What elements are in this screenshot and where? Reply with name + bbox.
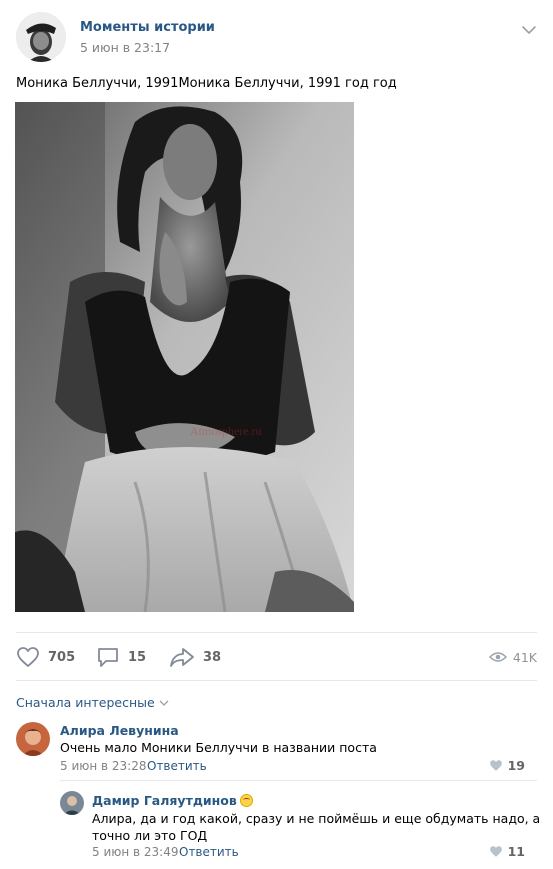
comment-icon — [98, 648, 118, 667]
divider — [16, 632, 537, 633]
reply-button[interactable]: Ответить — [179, 845, 239, 859]
heart-icon — [489, 846, 502, 857]
heart-icon — [17, 647, 39, 667]
likes-count: 705 — [48, 649, 76, 665]
reply-button[interactable]: Ответить — [147, 759, 207, 773]
share-icon — [170, 648, 194, 667]
comment-text: Алира, да и год какой, сразу и не поймёш… — [92, 811, 541, 826]
post-date[interactable]: 5 июн в 23:17 — [80, 40, 170, 55]
comment-button[interactable]: 15 — [96, 644, 146, 670]
comment-date[interactable]: 5 июн в 23:49 — [92, 845, 178, 859]
divider — [60, 780, 537, 781]
heart-icon — [489, 760, 502, 771]
comment-likes-count: 19 — [507, 758, 525, 773]
comments-count: 15 — [128, 649, 147, 665]
avatar[interactable] — [16, 722, 50, 756]
comment-author[interactable]: Дамир Галяутдинов — [92, 793, 253, 808]
post-actions: 705 15 38 41K — [16, 644, 537, 670]
comment-date[interactable]: 5 июн в 23:28 — [60, 759, 146, 773]
post-header: Моменты истории 5 июн в 23:17 — [16, 12, 537, 68]
comment-text: точно ли это ГОД — [92, 828, 208, 843]
comment-like-button[interactable]: 19 — [489, 758, 525, 773]
avatar[interactable] — [60, 791, 84, 815]
smile-emoji-icon — [239, 794, 253, 807]
sort-label: Сначала интересные — [16, 695, 155, 710]
post-text: Моника Беллуччи, 1991Моника Беллуччи, 19… — [16, 76, 397, 91]
comment-author[interactable]: Алира Левунина — [60, 723, 179, 738]
comment-likes-count: 11 — [507, 844, 525, 859]
comment-like-button[interactable]: 11 — [489, 844, 525, 859]
divider — [16, 680, 537, 681]
chevron-down-icon[interactable] — [521, 24, 537, 36]
post-author[interactable]: Моменты истории — [80, 20, 215, 35]
chevron-down-icon — [159, 700, 169, 706]
community-avatar[interactable] — [16, 12, 66, 62]
views-counter: 41K — [488, 646, 537, 668]
shares-count: 38 — [203, 649, 222, 665]
views-count: 41K — [512, 649, 537, 665]
share-button[interactable]: 38 — [169, 644, 221, 670]
post-photo[interactable]: Atmosphere.ru — [15, 102, 354, 612]
comments-sort-dropdown[interactable]: Сначала интересные — [16, 695, 169, 710]
comment-author-name: Дамир Галяутдинов — [92, 793, 237, 808]
like-button[interactable]: 705 — [16, 644, 75, 670]
eye-icon — [488, 652, 507, 662]
photo-watermark: Atmosphere.ru — [190, 424, 262, 438]
comment-text: Очень мало Моники Беллуччи в названии по… — [60, 740, 377, 755]
